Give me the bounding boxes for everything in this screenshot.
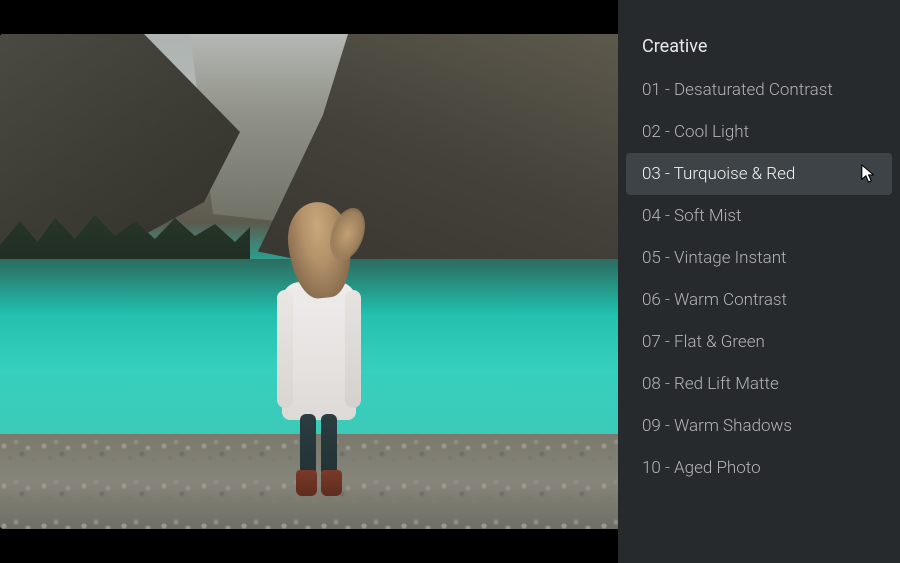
preset-label: 07 - Flat & Green	[642, 332, 765, 352]
preset-label: 03 - Turquoise & Red	[642, 164, 795, 184]
preset-item-10[interactable]: 10 - Aged Photo	[618, 447, 900, 489]
preset-label: 08 - Red Lift Matte	[642, 374, 779, 394]
preset-label: 01 - Desaturated Contrast	[642, 80, 833, 100]
preset-label: 09 - Warm Shadows	[642, 416, 792, 436]
preset-item-04[interactable]: 04 - Soft Mist	[618, 195, 900, 237]
preset-item-07[interactable]: 07 - Flat & Green	[618, 321, 900, 363]
preset-item-08[interactable]: 08 - Red Lift Matte	[618, 363, 900, 405]
preset-label: 10 - Aged Photo	[642, 458, 761, 478]
preset-item-01[interactable]: 01 - Desaturated Contrast	[618, 69, 900, 111]
preset-label: 04 - Soft Mist	[642, 206, 742, 226]
preset-item-03[interactable]: 03 - Turquoise & Red	[626, 153, 892, 195]
preset-label: 05 - Vintage Instant	[642, 248, 787, 268]
preset-item-02[interactable]: 02 - Cool Light	[618, 111, 900, 153]
cursor-icon	[860, 163, 878, 185]
person-boots	[296, 470, 342, 496]
preset-label: 02 - Cool Light	[642, 122, 749, 142]
preset-item-09[interactable]: 09 - Warm Shadows	[618, 405, 900, 447]
person-sweater	[282, 282, 356, 420]
preset-list: 01 - Desaturated Contrast 02 - Cool Ligh…	[618, 69, 900, 489]
preset-item-05[interactable]: 05 - Vintage Instant	[618, 237, 900, 279]
panel-title: Creative	[618, 36, 900, 69]
person-figure	[282, 202, 356, 502]
photo-preview[interactable]	[0, 34, 618, 529]
preset-item-06[interactable]: 06 - Warm Contrast	[618, 279, 900, 321]
preset-label: 06 - Warm Contrast	[642, 290, 787, 310]
preset-panel: Creative 01 - Desaturated Contrast 02 - …	[618, 0, 900, 563]
person-legs	[300, 414, 338, 476]
app-window: Creative 01 - Desaturated Contrast 02 - …	[0, 0, 900, 563]
preview-area	[0, 0, 618, 563]
